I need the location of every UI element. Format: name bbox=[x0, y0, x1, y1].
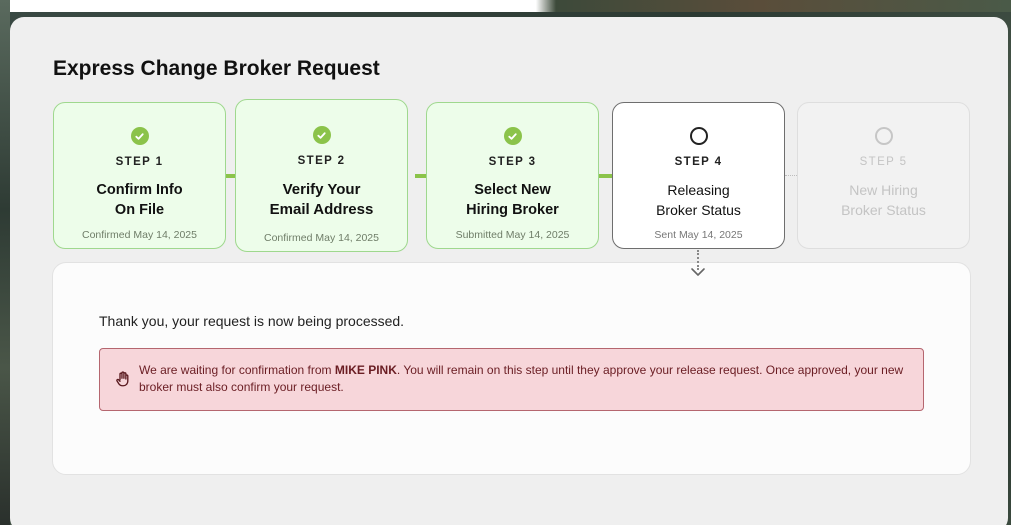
page-title: Express Change Broker Request bbox=[53, 57, 380, 80]
step-card-4: STEP 4 Releasing Broker Status Sent May … bbox=[612, 102, 785, 249]
background-strip-top bbox=[0, 0, 1011, 12]
step-number: STEP 5 bbox=[859, 156, 908, 168]
step-card-3: STEP 3 Select New Hiring Broker Submitte… bbox=[426, 102, 599, 249]
empty-circle-icon bbox=[874, 127, 893, 145]
waiting-alert: We are waiting for confirmation from MIK… bbox=[99, 348, 924, 411]
background-strip-left bbox=[0, 0, 10, 525]
raised-hand-icon bbox=[116, 371, 129, 387]
step-card-2: STEP 2 Verify Your Email Address Confirm… bbox=[235, 99, 408, 252]
check-circle-icon bbox=[130, 127, 149, 145]
step-date: Submitted May 14, 2025 bbox=[455, 229, 570, 241]
alert-message: We are waiting for confirmation from MIK… bbox=[139, 363, 904, 394]
step-date: Sent May 14, 2025 bbox=[654, 229, 743, 241]
chevron-down-icon bbox=[691, 268, 705, 276]
step-connector-1-2 bbox=[225, 174, 235, 178]
step-number: STEP 4 bbox=[674, 156, 723, 168]
step-name: Select New Hiring Broker bbox=[466, 182, 559, 218]
step-number: STEP 3 bbox=[488, 156, 537, 168]
step-name: Confirm Info On File bbox=[96, 182, 183, 218]
status-message: Thank you, your request is now being pro… bbox=[99, 313, 405, 329]
step-name: Verify Your Email Address bbox=[269, 181, 374, 218]
step-connector-3-4 bbox=[597, 174, 612, 178]
step-connector-2-3 bbox=[415, 174, 426, 178]
broker-name: MIKE PINK bbox=[334, 363, 397, 377]
empty-circle-icon bbox=[689, 127, 708, 145]
step-number: STEP 2 bbox=[297, 155, 346, 167]
step-connector-4-5 bbox=[785, 175, 797, 176]
check-circle-icon bbox=[503, 127, 522, 145]
step-name: Releasing Broker Status bbox=[656, 182, 741, 218]
check-circle-icon bbox=[312, 126, 331, 144]
step-card-1: STEP 1 Confirm Info On File Confirmed Ma… bbox=[53, 102, 226, 249]
step-number: STEP 1 bbox=[115, 156, 164, 168]
step-card-5: STEP 5 New Hiring Broker Status bbox=[797, 102, 970, 249]
step-name: New Hiring Broker Status bbox=[841, 182, 926, 218]
step-date: Confirmed May 14, 2025 bbox=[82, 229, 197, 241]
step-date: Confirmed May 14, 2025 bbox=[264, 232, 379, 244]
